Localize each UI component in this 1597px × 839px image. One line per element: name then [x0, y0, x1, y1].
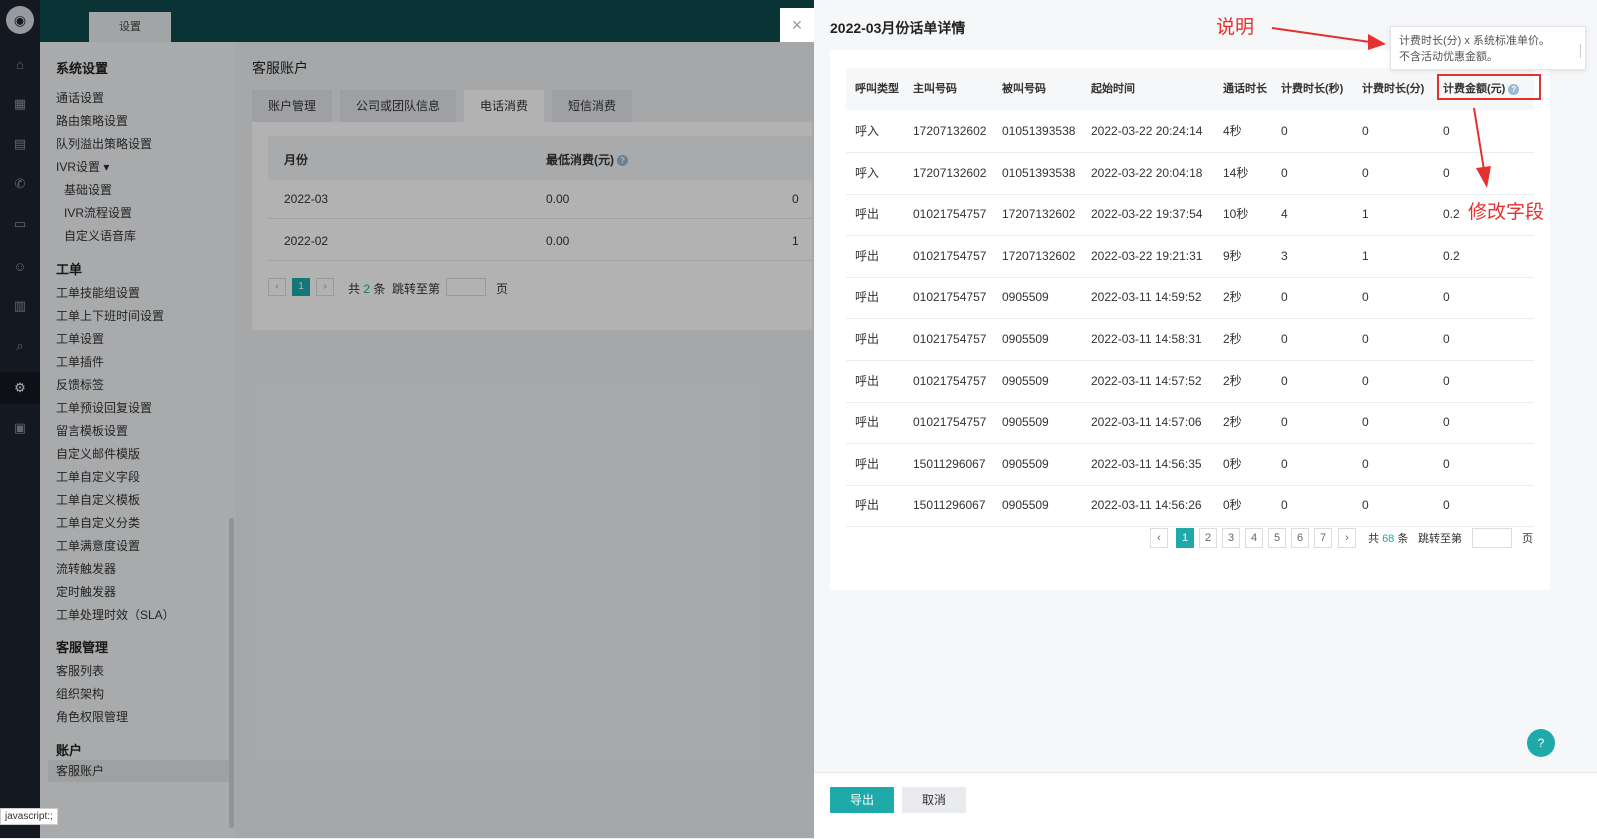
drawer-footer: 导出 取消 — [814, 772, 1597, 839]
arrow-head-icon — [1368, 34, 1386, 50]
close-drawer-button[interactable]: × — [780, 8, 814, 42]
cancel-button[interactable]: 取消 — [902, 787, 966, 813]
annotation-arrow — [1473, 107, 1485, 171]
export-button[interactable]: 导出 — [830, 787, 894, 813]
annotation-arrow — [1271, 27, 1371, 43]
call-detail-drawer: 2022-03月份话单详情 呼叫类型 主叫号码 被叫号码 起始时间 通话时长 计… — [814, 0, 1597, 839]
status-bar-url: javascript:; — [0, 808, 58, 825]
help-chat-button[interactable]: ? — [1527, 729, 1555, 757]
arrow-head-icon — [1476, 166, 1491, 188]
annotation-arrows — [1271, 27, 1491, 188]
modal-overlay[interactable] — [0, 0, 814, 838]
